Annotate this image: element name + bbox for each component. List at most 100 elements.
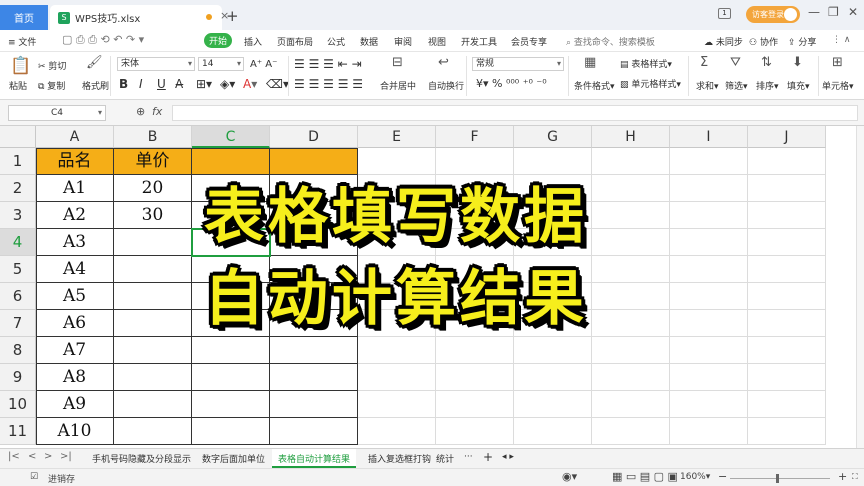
column-header-a[interactable]: A: [36, 126, 114, 148]
border-icon[interactable]: ⊞▾: [196, 77, 212, 91]
grid-cell[interactable]: [592, 337, 670, 364]
menu-tab-insert[interactable]: 插入: [244, 35, 262, 48]
grid-cell[interactable]: [192, 391, 270, 418]
column-header-h[interactable]: H: [592, 126, 670, 148]
grid-cell[interactable]: [114, 256, 192, 283]
share-button[interactable]: ⇪ 分享: [788, 35, 816, 48]
grid-cell[interactable]: A6: [36, 310, 114, 337]
grid-cell[interactable]: [670, 256, 748, 283]
zoom-slider[interactable]: [730, 478, 830, 479]
row-header-6[interactable]: 6: [0, 283, 36, 310]
table-style-button[interactable]: ▤ 表格样式▾: [620, 57, 672, 70]
grid-cell[interactable]: [748, 175, 826, 202]
grid-cell[interactable]: [592, 175, 670, 202]
sheet-tab-active[interactable]: 表格自动计算结果: [272, 449, 357, 468]
grid-cell[interactable]: [748, 364, 826, 391]
row-header-9[interactable]: 9: [0, 364, 36, 391]
grid-cell[interactable]: [114, 310, 192, 337]
grid-cell[interactable]: [670, 148, 748, 175]
menu-tab-start[interactable]: 开始: [204, 33, 232, 48]
grid-cell[interactable]: [670, 310, 748, 337]
grid-cell[interactable]: [358, 391, 436, 418]
grid-cell[interactable]: [114, 337, 192, 364]
minimize-button[interactable]: —: [808, 5, 820, 19]
grid-cell[interactable]: A8: [36, 364, 114, 391]
grid-cell[interactable]: [436, 337, 514, 364]
grid-cell[interactable]: [192, 364, 270, 391]
font-grow-shrink-icons[interactable]: A⁺ A⁻: [250, 59, 277, 70]
row-header-7[interactable]: 7: [0, 310, 36, 337]
horizontal-scrollbar[interactable]: ◂ ▸: [502, 452, 514, 462]
zoom-out-button[interactable]: −: [718, 470, 727, 483]
grid-cell[interactable]: [670, 391, 748, 418]
grid-cell[interactable]: [114, 229, 192, 256]
grid-cell[interactable]: 30: [114, 202, 192, 229]
row-header-2[interactable]: 2: [0, 175, 36, 202]
cell-style-button[interactable]: ▨ 单元格样式▾: [620, 77, 681, 90]
grid-cell[interactable]: 20: [114, 175, 192, 202]
login-button[interactable]: 访客登录: [746, 6, 800, 23]
table-header-cell[interactable]: 品名: [36, 148, 114, 175]
quick-access-icons[interactable]: ▢ ⎙ ⎙ ⟲ ↶ ↷ ▾: [62, 33, 144, 47]
grid-cell[interactable]: [514, 391, 592, 418]
select-all-corner[interactable]: [0, 126, 36, 148]
grid-cell[interactable]: [114, 364, 192, 391]
grid-cell[interactable]: A10: [36, 418, 114, 445]
function-icon[interactable]: fx: [152, 105, 162, 118]
grid-cell[interactable]: [114, 391, 192, 418]
more-menu-icon[interactable]: ⋮ ∧: [832, 35, 850, 45]
menu-tab-data[interactable]: 数据: [360, 35, 378, 48]
row-header-10[interactable]: 10: [0, 391, 36, 418]
grid-cell[interactable]: [748, 283, 826, 310]
name-box[interactable]: C4: [8, 105, 106, 121]
paste-icon[interactable]: 📋: [10, 56, 31, 76]
row-header-1[interactable]: 1: [0, 148, 36, 175]
cut-button[interactable]: ✂ 剪切: [38, 59, 66, 72]
grid-cell[interactable]: [592, 256, 670, 283]
number-format-select[interactable]: 常规: [472, 57, 564, 71]
sheet-tab[interactable]: 手机号码隐藏及分段显示: [92, 452, 191, 465]
grid-cell[interactable]: [670, 175, 748, 202]
grid-cell[interactable]: [670, 229, 748, 256]
zoom-slider-handle[interactable]: [776, 474, 779, 483]
grid-cell[interactable]: [592, 418, 670, 445]
column-header-j[interactable]: J: [748, 126, 826, 148]
collaborate-button[interactable]: ⚇ 协作: [749, 35, 778, 48]
grid-cell[interactable]: A5: [36, 283, 114, 310]
grid-cell[interactable]: A7: [36, 337, 114, 364]
column-header-b[interactable]: B: [114, 126, 192, 148]
column-header-d[interactable]: D: [270, 126, 358, 148]
grid-cell[interactable]: [514, 418, 592, 445]
paste-button[interactable]: 粘贴: [9, 79, 27, 92]
grid-cell[interactable]: [270, 364, 358, 391]
row-header-11[interactable]: 11: [0, 418, 36, 445]
grid-cell[interactable]: A1: [36, 175, 114, 202]
more-sheets-button[interactable]: ···: [464, 452, 473, 462]
grid-cell[interactable]: [592, 229, 670, 256]
italic-button[interactable]: I: [139, 77, 143, 91]
column-header-e[interactable]: E: [358, 126, 436, 148]
grid-cell[interactable]: [514, 364, 592, 391]
menu-tab-member[interactable]: 会员专享: [511, 35, 547, 48]
grid-cell[interactable]: [748, 256, 826, 283]
grid-cell[interactable]: [270, 337, 358, 364]
row-header-5[interactable]: 5: [0, 256, 36, 283]
add-sheet-button[interactable]: +: [483, 450, 493, 464]
prev-sheet-button[interactable]: <: [28, 451, 36, 462]
vertical-scrollbar[interactable]: [856, 126, 864, 448]
last-sheet-button[interactable]: >|: [60, 451, 72, 462]
menu-tab-formula[interactable]: 公式: [327, 35, 345, 48]
menu-tab-view[interactable]: 视图: [428, 35, 446, 48]
grid-cell[interactable]: [592, 391, 670, 418]
maximize-button[interactable]: ❐: [828, 5, 839, 19]
eye-protection-icon[interactable]: ◉▾: [562, 470, 577, 483]
grid-cell[interactable]: [748, 229, 826, 256]
column-header-g[interactable]: G: [514, 126, 592, 148]
view-mode-icons[interactable]: ▦ ▭ ▤ ▢ ▣: [612, 470, 678, 483]
grid-cell[interactable]: [748, 418, 826, 445]
next-sheet-button[interactable]: >: [44, 451, 52, 462]
command-search[interactable]: ⌕ 查找命令、搜索模板: [566, 35, 655, 48]
grid-cell[interactable]: [592, 310, 670, 337]
grid-cell[interactable]: [358, 337, 436, 364]
column-header-c[interactable]: C: [192, 126, 270, 148]
